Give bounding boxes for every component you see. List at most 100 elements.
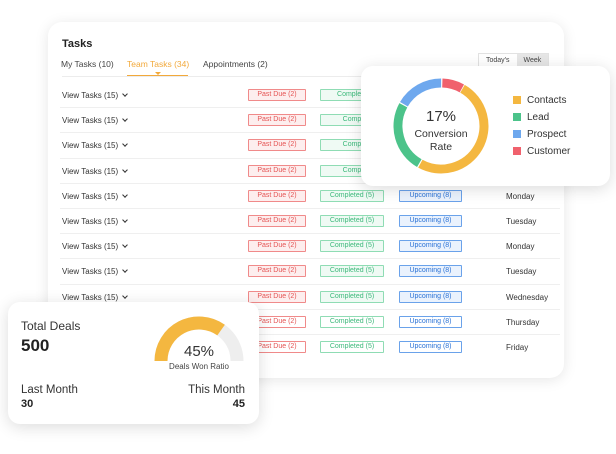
active-tab-caret-icon — [155, 72, 161, 75]
tab-appointments[interactable]: Appointments (2) — [203, 59, 268, 69]
task-day: Friday — [506, 342, 529, 352]
upcoming-badge[interactable]: Upcoming (8) — [399, 290, 462, 303]
legend-item: Prospect — [513, 129, 570, 146]
view-tasks-dropdown[interactable]: View Tasks (15) — [62, 292, 129, 302]
legend-label: Customer — [527, 146, 571, 157]
donut-segment-prospect — [393, 78, 489, 174]
completed-badge[interactable]: Completed (5) — [320, 315, 384, 328]
legend-swatch — [513, 113, 521, 121]
past-due-badge[interactable]: Past Due (2) — [248, 89, 306, 101]
view-tasks-label: View Tasks (15) — [62, 292, 119, 302]
last-month-label: Last Month — [21, 384, 78, 396]
completed-badge[interactable]: Completed (5) — [320, 189, 384, 202]
task-day: Monday — [506, 191, 535, 201]
completed-badge[interactable]: Completed (5) — [320, 265, 384, 278]
chevron-down-icon — [122, 141, 129, 148]
view-tasks-label: View Tasks (15) — [62, 166, 119, 176]
chevron-down-icon — [122, 166, 129, 173]
view-tasks-label: View Tasks (15) — [62, 191, 119, 201]
legend-swatch — [513, 130, 521, 138]
completed-badge[interactable]: Completed (5) — [320, 240, 384, 253]
period-toggle: Today's Week — [478, 53, 550, 67]
legend-label: Contacts — [527, 95, 567, 106]
chevron-down-icon — [122, 267, 129, 274]
view-tasks-dropdown[interactable]: View Tasks (15) — [62, 267, 129, 277]
legend-swatch — [513, 147, 521, 155]
past-due-badge[interactable]: Past Due (2) — [248, 214, 306, 227]
donut-segment-lead — [393, 78, 489, 174]
task-row: View Tasks (15) Past Due (2) Completed (5)… — [60, 184, 560, 209]
conversion-label: Conversion Rate — [391, 128, 491, 154]
completed-badge[interactable]: Completed (5) — [320, 340, 384, 353]
upcoming-badge[interactable]: Upcoming (8) — [399, 214, 462, 227]
period-today-button[interactable]: Today's — [479, 54, 517, 66]
upcoming-badge[interactable]: Upcoming (8) — [399, 315, 462, 328]
view-tasks-dropdown[interactable]: View Tasks (15) — [62, 191, 129, 201]
this-month-label: This Month — [188, 384, 245, 396]
task-day: Monday — [506, 242, 535, 252]
chevron-down-icon — [122, 292, 129, 299]
conversion-legend: Contacts Lead Prospect Customer — [513, 95, 570, 163]
view-tasks-dropdown[interactable]: View Tasks (15) — [62, 141, 129, 151]
donut-segment-customer — [393, 78, 489, 174]
view-tasks-dropdown[interactable]: View Tasks (15) — [62, 166, 129, 176]
chevron-down-icon — [122, 191, 129, 198]
view-tasks-label: View Tasks (15) — [62, 91, 119, 100]
legend-item: Customer — [513, 146, 570, 163]
total-deals-card: Total Deals 500 45% Deals Won Ratio Last… — [8, 302, 259, 424]
view-tasks-label: View Tasks (15) — [62, 242, 119, 252]
tasks-title: Tasks — [62, 38, 93, 50]
legend-label: Prospect — [527, 129, 567, 140]
this-month-value: 45 — [232, 398, 245, 410]
legend-label: Lead — [527, 112, 550, 123]
past-due-badge[interactable]: Past Due (2) — [248, 240, 306, 253]
chevron-down-icon — [122, 217, 129, 223]
task-day: Tuesday — [506, 267, 537, 277]
deals-total: 500 — [21, 336, 50, 355]
task-day: Thursday — [506, 317, 540, 327]
task-day: Wednesday — [506, 292, 549, 302]
task-row: View Tasks (15) Past Due (2) Completed (5)… — [60, 259, 560, 285]
conversion-rate-card: 17% Conversion Rate Contacts Lead Prospect… — [361, 66, 610, 186]
conversion-donut-chart — [393, 78, 489, 174]
past-due-badge[interactable]: Past Due (2) — [248, 164, 306, 177]
completed-badge[interactable]: Completed (5) — [320, 214, 384, 227]
task-day: Tuesday — [506, 216, 537, 226]
deals-won-label: Deals Won Ratio — [169, 362, 229, 371]
past-due-badge[interactable]: Past Due (2) — [248, 114, 306, 127]
conversion-label-line2: Rate — [429, 141, 453, 153]
view-tasks-dropdown[interactable]: View Tasks (15) — [62, 116, 129, 126]
upcoming-badge[interactable]: Upcoming (8) — [399, 340, 462, 353]
deals-title: Total Deals — [21, 319, 81, 333]
past-due-badge[interactable]: Past Due (2) — [248, 189, 306, 202]
view-tasks-dropdown[interactable]: View Tasks (15) — [62, 242, 129, 252]
last-month-value: 30 — [21, 398, 34, 410]
legend-item: Lead — [513, 112, 570, 129]
upcoming-badge[interactable]: Upcoming (8) — [399, 189, 462, 202]
past-due-badge[interactable]: Past Due (2) — [248, 139, 306, 152]
task-row: View Tasks (15) Past Due (2) Completed (5)… — [60, 209, 560, 235]
view-tasks-label: View Tasks (15) — [62, 267, 119, 277]
chevron-down-icon — [122, 116, 129, 123]
view-tasks-label: View Tasks (15) — [62, 216, 119, 226]
completed-badge[interactable]: Completed (5) — [320, 290, 384, 303]
deals-won-percent: 45% — [183, 343, 215, 360]
tab-team-tasks[interactable]: Team Tasks (34) — [127, 59, 189, 69]
conversion-label-line1: Conversion — [414, 128, 468, 140]
view-tasks-label: View Tasks (15) — [62, 116, 119, 126]
legend-item: Contacts — [513, 95, 570, 112]
tab-my-tasks[interactable]: My Tasks (10) — [61, 59, 114, 69]
donut-segment-contacts — [393, 78, 489, 174]
conversion-percent: 17% — [425, 108, 457, 125]
past-due-badge[interactable]: Past Due (2) — [248, 290, 306, 303]
chevron-down-icon — [122, 91, 129, 97]
chevron-down-icon — [122, 242, 129, 248]
view-tasks-dropdown[interactable]: View Tasks (15) — [62, 216, 129, 226]
period-week-button[interactable]: Week — [516, 54, 549, 66]
view-tasks-label: View Tasks (15) — [62, 141, 119, 151]
view-tasks-dropdown[interactable]: View Tasks (15) — [62, 91, 129, 100]
task-row: View Tasks (15) Past Due (2) Completed (5)… — [60, 234, 560, 260]
past-due-badge[interactable]: Past Due (2) — [248, 265, 306, 278]
upcoming-badge[interactable]: Upcoming (8) — [399, 240, 462, 253]
upcoming-badge[interactable]: Upcoming (8) — [399, 265, 462, 278]
